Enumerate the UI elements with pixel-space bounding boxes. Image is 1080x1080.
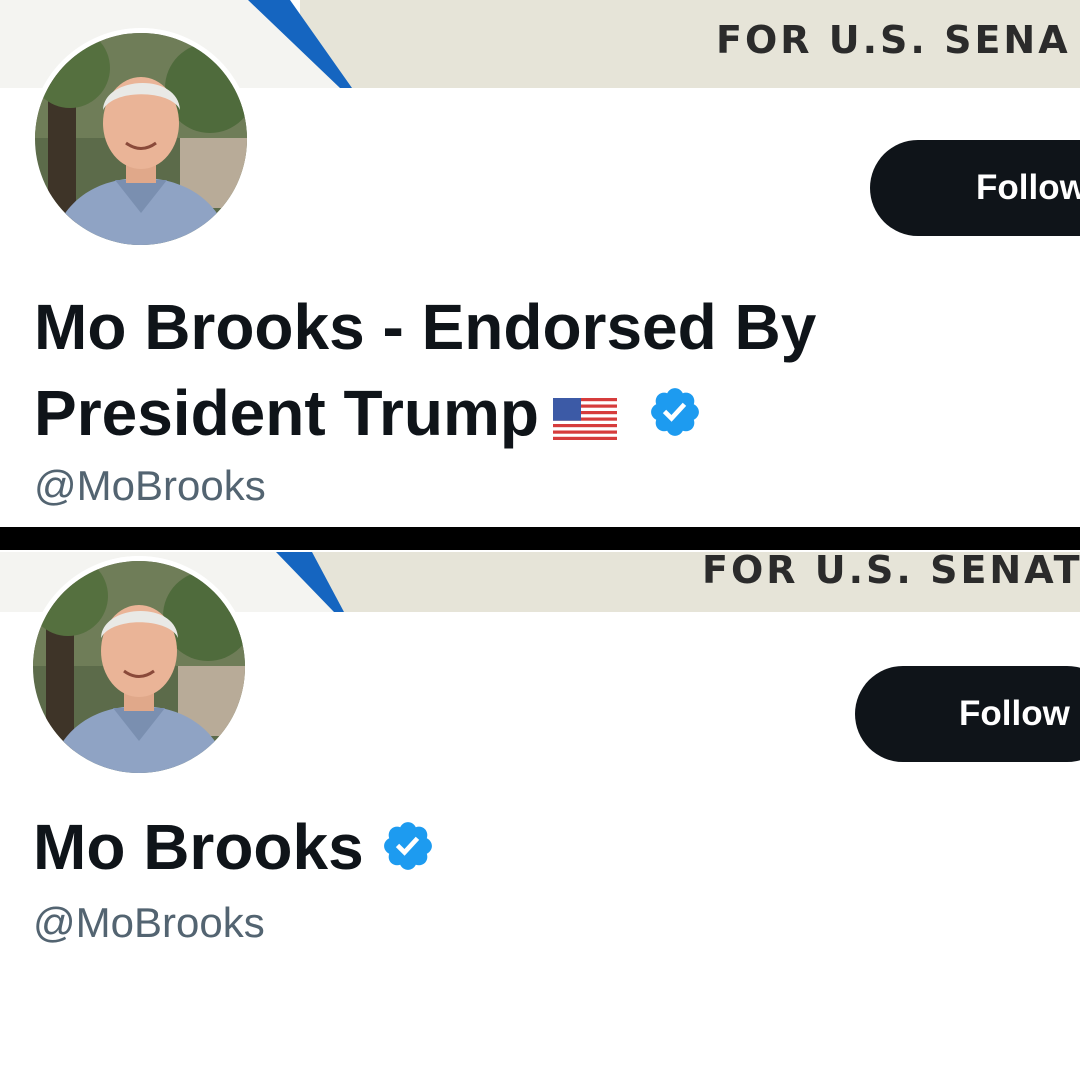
handle: @MoBrooks <box>34 462 266 509</box>
profile-header-before: FOR U.S. SENA Follow Mo Brooks - Endorse… <box>0 0 1080 527</box>
us-flag-icon <box>553 375 617 461</box>
avatar[interactable] <box>30 28 252 250</box>
divider <box>0 527 1080 552</box>
display-name: Mo Brooks - Endorsed By President Trump <box>34 284 1034 461</box>
display-name-text: Mo Brooks <box>33 811 364 883</box>
verified-badge-icon <box>647 375 703 461</box>
display-name: Mo Brooks <box>33 804 1033 895</box>
verified-badge-icon <box>380 809 436 895</box>
handle: @MoBrooks <box>33 899 265 946</box>
follow-button[interactable]: Follow <box>870 140 1080 236</box>
avatar-photo <box>28 556 250 778</box>
divider-bar <box>0 527 1080 550</box>
profile-header-after: FOR U.S. SENAT Follow Mo Brooks @MoBrook… <box>0 552 1080 1080</box>
avatar[interactable] <box>28 556 250 778</box>
follow-button[interactable]: Follow <box>855 666 1080 762</box>
banner-text: FOR U.S. SENAT <box>702 552 1080 592</box>
avatar-photo <box>30 28 252 250</box>
banner-text: FOR U.S. SENA <box>716 18 1071 62</box>
